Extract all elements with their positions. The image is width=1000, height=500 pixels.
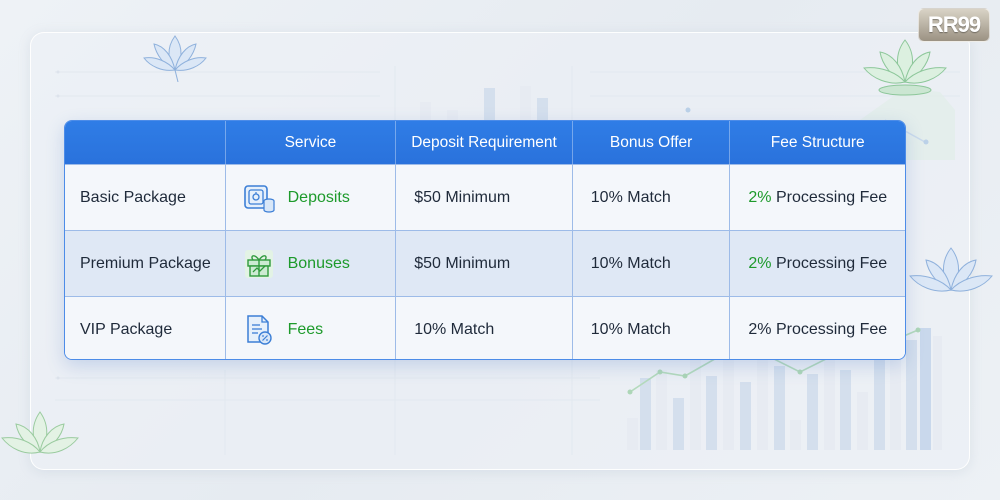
service-comparison-table: Service Deposit Requirement Bonus Offer … — [64, 120, 906, 360]
bonus-offer: 10% Match — [571, 231, 730, 296]
service-label: Deposits — [287, 188, 350, 206]
fee-text: Processing Fee — [771, 254, 888, 272]
fee-structure: 2% Processing Fee — [729, 297, 905, 359]
table-header-row: Service Deposit Requirement Bonus Offer … — [65, 121, 905, 164]
vault-coins-icon — [242, 181, 276, 215]
header-cell-fee: Fee Structure — [729, 121, 905, 164]
header-cell-deposit: Deposit Requirement — [395, 121, 572, 164]
deposit-requirement: $50 Minimum — [395, 165, 572, 230]
lotus-icon — [143, 35, 207, 82]
fee-percent: 2% — [748, 188, 772, 206]
package-name: VIP Package — [80, 320, 173, 338]
lotus-icon — [909, 247, 993, 292]
package-name: Premium Package — [80, 254, 211, 272]
gift-box-icon — [242, 247, 276, 281]
fee-structure: 2% Processing Fee — [729, 165, 905, 230]
package-name: Basic Package — [80, 188, 186, 206]
service-label: Bonuses — [287, 254, 350, 272]
deposit-requirement: 10% Match — [395, 297, 572, 359]
bonus-offer: 10% Match — [571, 165, 730, 230]
fee-text: Processing Fee — [771, 188, 888, 206]
fee-structure: 2% Processing Fee — [729, 231, 905, 296]
bonus-offer: 10% Match — [571, 297, 730, 359]
header-cell-service: Service — [224, 121, 396, 164]
table-row: VIP Package Fees 10% Match 10% Match 2% … — [65, 296, 905, 359]
fee-document-icon — [242, 313, 276, 347]
fee-percent: 2% — [748, 254, 772, 272]
table-row: Premium Package Bonuses $50 Minimum 10% … — [65, 230, 905, 296]
lotus-icon — [1, 411, 79, 454]
brand-logo: RR99 — [918, 8, 990, 42]
service-cell: Fees — [224, 297, 396, 359]
header-cell-bonus: Bonus Offer — [571, 121, 730, 164]
fee-text: Processing Fee — [771, 320, 888, 338]
deposit-requirement: $50 Minimum — [395, 231, 572, 296]
header-cell-package — [65, 121, 225, 164]
service-cell: Bonuses — [224, 231, 396, 296]
lotus-icon — [863, 39, 947, 96]
service-cell: Deposits — [224, 165, 396, 230]
service-label: Fees — [287, 320, 324, 338]
fee-percent: 2% — [748, 320, 772, 338]
table-row: Basic Package Deposits $50 Minimum 10% M… — [65, 164, 905, 230]
